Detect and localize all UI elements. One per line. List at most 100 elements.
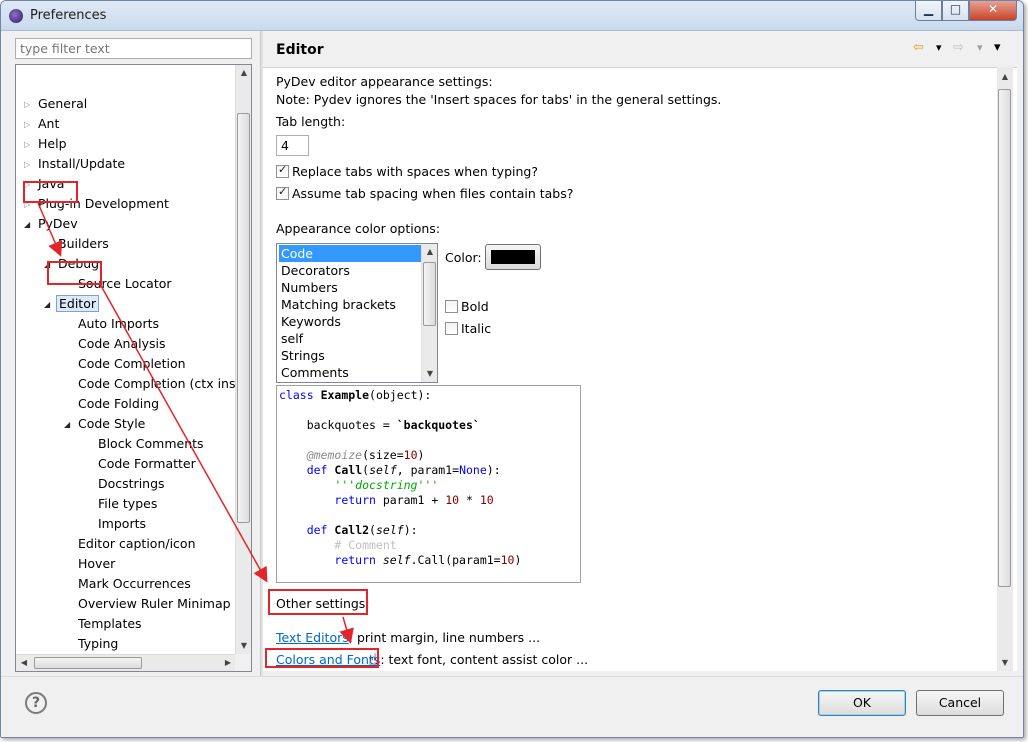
expanded-twisty-icon[interactable]: ◢ (44, 295, 56, 315)
collapsed-twisty-icon[interactable]: ▷ (24, 115, 36, 135)
tree-item[interactable]: ▷ Ant (24, 114, 61, 134)
page-scroll-down-icon[interactable]: ▼ (997, 655, 1013, 671)
tree-item[interactable]: ◢ Code Style (64, 414, 147, 434)
tree-item[interactable]: Mark Occurrences (64, 574, 193, 594)
help-icon[interactable]: ? (25, 692, 47, 714)
tree-item[interactable]: Overview Ruler Minimap (64, 594, 233, 614)
tree-item-label: Code Style (78, 416, 146, 431)
page-vertical-scrollbar[interactable]: ▲ ▼ (997, 67, 1013, 671)
tree-item-label: Auto Imports (78, 316, 159, 331)
page-title: Editor (276, 42, 324, 58)
page-scroll-up-icon[interactable]: ▲ (997, 69, 1013, 85)
scroll-up-icon[interactable]: ▲ (236, 65, 251, 81)
list-scroll-thumb[interactable] (423, 262, 436, 326)
title-bar[interactable]: Preferences ▁ □ ✕ (1, 1, 1023, 31)
scroll-left-icon[interactable]: ◀ (16, 655, 32, 671)
color-list-scrollbar[interactable]: ▲ ▼ (421, 244, 437, 382)
back-menu-icon[interactable]: ▾ (936, 41, 942, 54)
replace-tabs-checkbox[interactable] (276, 163, 289, 178)
color-option-item[interactable]: Keywords (279, 313, 421, 330)
tree-item-label: File types (98, 496, 158, 511)
bold-checkbox[interactable] (445, 300, 458, 313)
close-button[interactable]: ✕ (969, 1, 1017, 21)
filter-input[interactable] (15, 38, 252, 59)
collapsed-twisty-icon[interactable]: ▷ (24, 95, 36, 115)
italic-option[interactable]: Italic (445, 321, 491, 336)
replace-tabs-option[interactable]: Replace tabs with spaces when typing? (276, 163, 538, 179)
tree-item[interactable]: Docstrings (84, 474, 167, 494)
tab-length-input[interactable] (276, 135, 309, 156)
tree-item[interactable]: Imports (84, 514, 148, 534)
tree-item[interactable]: File types (84, 494, 159, 514)
tree-item-label: Source Locator (78, 276, 172, 291)
tree-item-label: Typing (78, 636, 119, 651)
assume-tabs-option[interactable]: Assume tab spacing when files contain ta… (276, 185, 573, 201)
color-option-item[interactable]: Strings (279, 347, 421, 364)
color-option-item[interactable]: Code (279, 245, 421, 262)
color-options-list[interactable]: Code Decorators Numbers Matching brackets Ke… (276, 243, 438, 383)
page-scroll-thumb[interactable] (998, 89, 1011, 587)
expanded-twisty-icon[interactable]: ◢ (44, 255, 56, 275)
tree-item[interactable]: Code Formatter (84, 454, 198, 474)
expanded-twisty-icon[interactable]: ◢ (64, 415, 76, 435)
tree-item-label: Docstrings (98, 476, 165, 491)
tree-item[interactable]: Code Folding (64, 394, 161, 414)
color-option-item[interactable]: Numbers (279, 279, 421, 296)
tree-item[interactable]: ▷ Java (24, 174, 66, 194)
assume-tabs-checkbox[interactable] (276, 185, 289, 200)
collapsed-twisty-icon[interactable]: ▷ (24, 195, 36, 215)
eclipse-icon (9, 9, 23, 23)
tree-item[interactable]: Builders (44, 234, 111, 254)
tree-item[interactable]: Code Completion (64, 354, 188, 374)
view-menu-icon[interactable]: ▾ (994, 40, 1001, 55)
tree-vertical-scrollbar[interactable]: ▲ ▼ (235, 65, 251, 654)
tree-item-label: PyDev (38, 216, 78, 231)
maximize-button[interactable]: □ (942, 1, 969, 21)
color-option-item[interactable]: Matching brackets (279, 296, 421, 313)
forward-menu-icon[interactable]: ▾ (977, 41, 983, 54)
text-editors-link[interactable]: Text Editors (276, 630, 349, 645)
italic-checkbox[interactable] (445, 322, 458, 335)
tree-item[interactable]: Code Analysis (64, 334, 167, 354)
tree-item[interactable]: Source Locator (64, 274, 174, 294)
scroll-right-icon[interactable]: ▶ (220, 655, 236, 671)
tree-item[interactable]: Templates (64, 614, 144, 634)
expanded-twisty-icon[interactable]: ◢ (24, 215, 36, 235)
cancel-button[interactable]: Cancel (916, 690, 1004, 716)
colors-and-fonts-link[interactable]: Colors and Fonts (276, 652, 380, 667)
tree-item[interactable]: ▷ Plug-in Development (24, 194, 171, 214)
collapsed-twisty-icon[interactable]: ▷ (24, 155, 36, 175)
list-scroll-up-icon[interactable]: ▲ (422, 244, 437, 260)
tree-item[interactable]: Typing (64, 634, 120, 654)
color-option-item[interactable]: Decorators (279, 262, 421, 279)
tree-item[interactable]: ◢ Editor (44, 294, 99, 314)
tree-hscroll-thumb[interactable] (34, 657, 142, 669)
editor-preference-page: PyDev editor appearance settings: Note: … (263, 67, 1017, 671)
list-scroll-down-icon[interactable]: ▼ (422, 366, 437, 382)
color-option-item[interactable]: self (279, 330, 421, 347)
tree-item[interactable]: ▷ General (24, 94, 89, 114)
tree-horizontal-scrollbar[interactable]: ◀ ▶ (16, 654, 236, 671)
tree-item[interactable]: ▷ Help (24, 134, 69, 154)
tree-item[interactable]: ▷ Install/Update (24, 154, 127, 174)
bold-option[interactable]: Bold (445, 299, 489, 314)
tree-item[interactable]: Editor caption/icon (64, 534, 198, 554)
collapsed-twisty-icon[interactable]: ▷ (24, 135, 36, 155)
tree-item[interactable]: Code Completion (ctx inser (64, 374, 250, 394)
collapsed-twisty-icon[interactable]: ▷ (24, 175, 36, 195)
color-option-item[interactable]: Comments (279, 364, 421, 381)
forward-arrow-icon[interactable]: ⇨ (953, 40, 964, 55)
tree-scroll-thumb[interactable] (237, 113, 250, 523)
ok-button[interactable]: OK (818, 690, 906, 716)
bold-label: Bold (461, 299, 489, 314)
tree-item[interactable]: Hover (64, 554, 117, 574)
back-arrow-icon[interactable]: ⇦ (913, 40, 924, 55)
color-picker-button[interactable] (485, 244, 541, 270)
scroll-down-icon[interactable]: ▼ (236, 638, 251, 654)
tree-item[interactable]: ◢ Debug (44, 254, 101, 274)
tree-item[interactable]: Auto Imports (64, 314, 161, 334)
minimize-button[interactable]: ▁ (915, 1, 942, 21)
tree-item[interactable]: Block Comments (84, 434, 206, 454)
tree-item-label: Code Completion (78, 356, 186, 371)
tree-item[interactable]: ◢ PyDev (24, 214, 80, 234)
